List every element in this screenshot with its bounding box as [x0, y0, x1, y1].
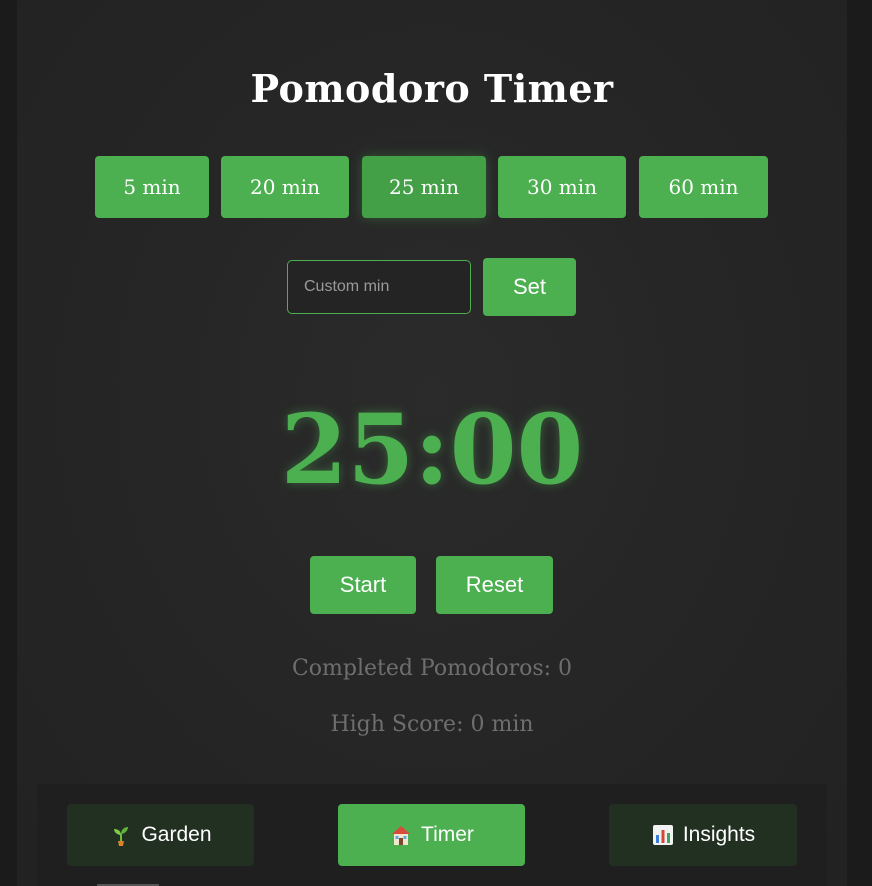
completed-pomodoros-text: Completed Pomodoros: 0	[291, 656, 573, 681]
app-container: Pomodoro Timer 5 min 20 min 25 min 30 mi…	[17, 0, 847, 886]
bar-chart-icon	[651, 823, 675, 847]
custom-minutes-input[interactable]	[287, 260, 471, 314]
preset-5-min-button[interactable]: 5 min	[95, 156, 209, 218]
reset-button[interactable]: Reset	[436, 556, 553, 614]
timer-display: 25:00	[280, 393, 584, 506]
preset-60-min-button[interactable]: 60 min	[639, 156, 768, 218]
nav-insights-button[interactable]: Insights	[609, 804, 797, 866]
bottom-nav: Garden Timer Insights	[37, 784, 827, 886]
house-icon	[389, 823, 413, 847]
nav-insights-label: Insights	[682, 823, 756, 846]
high-score-text: High Score: 0 min	[330, 712, 534, 737]
preset-30-min-button[interactable]: 30 min	[498, 156, 626, 218]
set-button[interactable]: Set	[483, 258, 576, 316]
nav-garden-button[interactable]: Garden	[67, 804, 254, 866]
preset-20-min-button[interactable]: 20 min	[221, 156, 349, 218]
nav-garden-label: Garden	[141, 823, 212, 846]
seedling-icon	[109, 823, 133, 847]
nav-timer-label: Timer	[421, 823, 474, 846]
nav-timer-button[interactable]: Timer	[338, 804, 525, 866]
preset-25-min-button[interactable]: 25 min	[362, 156, 486, 218]
start-button[interactable]: Start	[310, 556, 416, 614]
page-title: Pomodoro Timer	[250, 66, 614, 111]
